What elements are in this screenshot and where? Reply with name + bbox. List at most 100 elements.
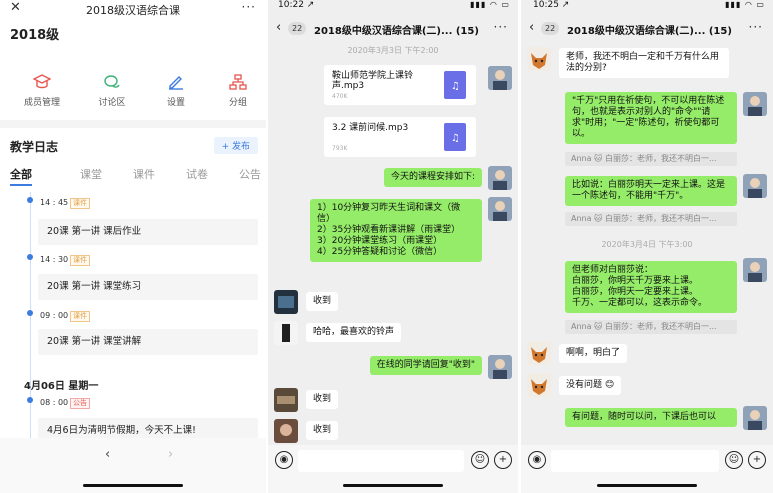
student-avatar[interactable] <box>527 47 551 71</box>
home-indicator <box>597 484 697 487</box>
chat-header: ‹ 22 2018级中级汉语综合课(二)... (15) ··· <box>521 20 773 42</box>
student-avatar[interactable] <box>274 290 298 314</box>
timeline-line <box>30 192 31 442</box>
file-name: 鞍山师范学院上课铃声.mp3 <box>332 71 414 91</box>
unread-count-badge: 22 <box>288 22 307 35</box>
teacher-avatar[interactable] <box>488 197 512 221</box>
member-management-button[interactable]: 成员管理 <box>9 72 75 108</box>
back-arrow-icon[interactable]: ‹ <box>529 20 534 35</box>
back-arrow-icon[interactable]: ‹ <box>276 20 281 35</box>
entry-time: 14 : 45 <box>40 198 69 207</box>
forward-arrow-icon[interactable]: › <box>168 447 173 462</box>
settings-button[interactable]: 设置 <box>143 72 209 108</box>
student-avatar[interactable] <box>527 341 551 365</box>
timeline-dot <box>27 310 33 316</box>
student-avatar[interactable] <box>274 419 298 443</box>
audio-file-message[interactable]: 3.2 课前问候.mp3 793K ♫ <box>324 117 476 157</box>
tab-exam[interactable]: 试卷 <box>186 166 208 182</box>
chat-panel-2: 10:25 ↗ ▮▮▮ ◠ ▭ ‹ 22 2018级中级汉语综合课(二)... … <box>521 0 773 493</box>
message-bubble: 今天的课程安排如下: <box>383 168 482 187</box>
chat-title: 2018级中级汉语综合课(二)... (15) <box>314 26 479 37</box>
message-timestamp: 2020年3月3日 下午2:00 <box>347 46 439 55</box>
add-icon[interactable]: + <box>748 451 766 469</box>
chat-panel-1: 10:22 ↗ ▮▮▮ ◠ ▭ ‹ 22 2018级中级汉语综合课(二)... … <box>268 0 518 493</box>
message-bubble: 比如说：白丽莎明天一定来上课。这是一个陈述句，不能用"千万"。 <box>565 176 737 206</box>
timeline-dot <box>27 397 33 403</box>
log-entry[interactable]: 20课 第一讲 课堂讲解 <box>38 329 258 355</box>
chat-header: ‹ 22 2018级中级汉语综合课(二)... (15) ··· <box>268 20 518 42</box>
tool-label: 讨论区 <box>98 98 126 108</box>
teacher-avatar[interactable] <box>743 406 767 430</box>
tool-label: 成员管理 <box>23 98 60 108</box>
tool-label: 设置 <box>166 98 185 108</box>
music-file-icon: ♫ <box>444 123 466 151</box>
message-bubble: 哈哈，最喜欢的铃声 <box>306 323 402 342</box>
group-tree-icon <box>205 72 266 92</box>
window-title: 2018级汉语综合课 <box>86 4 180 17</box>
log-entry[interactable]: 20课 第一讲 课后作业 <box>38 219 258 245</box>
message-bubble: 1）10分钟复习昨天生词和课文（微信） 2）35分钟观看新课讲解（雨课堂） 3）… <box>310 199 482 262</box>
file-name: 3.2 课前问候.mp3 <box>332 123 409 133</box>
emoji-icon[interactable]: ☺ <box>725 451 743 469</box>
teacher-avatar[interactable] <box>488 355 512 379</box>
message-bubble: 啊啊，明白了 <box>559 344 628 363</box>
publish-button[interactable]: + 发布 <box>213 137 258 154</box>
status-time: 10:22 ↗ <box>278 0 315 10</box>
student-avatar[interactable] <box>274 388 298 412</box>
class-panel: ✕ 2018级汉语综合课 ··· 2018级 成员管理 讨论区 设置 分组 教学… <box>0 0 266 493</box>
panel-separator <box>518 0 520 493</box>
message-timestamp: 2020年3月4日 下午3:00 <box>601 240 693 249</box>
tab-classroom[interactable]: 课堂 <box>80 166 102 182</box>
log-tabs: 全部 课堂 课件 试卷 公告 <box>0 166 266 186</box>
chat-title: 2018级中级汉语综合课(二)... (15) <box>567 26 732 37</box>
file-size: 793K <box>332 145 348 152</box>
chat-bubbles-icon <box>79 72 145 92</box>
teacher-avatar[interactable] <box>488 166 512 190</box>
tab-all[interactable]: 全部 <box>10 166 32 182</box>
discussion-button[interactable]: 讨论区 <box>79 72 145 108</box>
timeline-dot <box>27 254 33 260</box>
status-time: 10:25 ↗ <box>533 0 570 10</box>
graduation-cap-icon <box>9 72 75 92</box>
svg-text:♫: ♫ <box>451 133 460 144</box>
student-avatar[interactable] <box>527 373 551 397</box>
voice-input-icon[interactable]: ◉ <box>275 451 293 469</box>
teacher-avatar[interactable] <box>488 66 512 90</box>
tab-announcement[interactable]: 公告 <box>239 166 261 182</box>
message-input[interactable] <box>551 450 719 472</box>
add-icon[interactable]: + <box>494 451 512 469</box>
entry-time: 08 : 00 <box>40 398 69 407</box>
file-size: 470K <box>332 93 348 100</box>
voice-input-icon[interactable]: ◉ <box>528 451 546 469</box>
student-avatar[interactable] <box>274 321 298 345</box>
quoted-message[interactable]: Anna 🐱 白丽莎：老师，我还不明白一... <box>565 152 737 166</box>
entry-tag: 课件 <box>70 311 90 322</box>
message-bubble: 收到 <box>306 421 339 440</box>
status-icons: ▮▮▮ ◠ ▭ <box>470 0 510 9</box>
unread-count-badge: 22 <box>541 22 560 35</box>
teacher-avatar[interactable] <box>743 174 767 198</box>
more-menu-button[interactable]: ··· <box>242 0 256 14</box>
audio-file-message[interactable]: 鞍山师范学院上课铃声.mp3 470K ♫ <box>324 65 476 105</box>
svg-text:♫: ♫ <box>451 81 460 92</box>
date-heading: 4月06日 星期一 <box>24 381 99 392</box>
teacher-avatar[interactable] <box>743 92 767 116</box>
emoji-icon[interactable]: ☺ <box>471 451 489 469</box>
message-bubble: 在线的同学请回复"收到" <box>369 356 482 375</box>
teacher-avatar[interactable] <box>743 258 767 282</box>
more-menu-button[interactable]: ··· <box>494 20 508 34</box>
teaching-log-title: 教学日志 <box>10 140 59 154</box>
log-entry[interactable]: 20课 第一讲 课堂练习 <box>38 274 258 300</box>
entry-tag: 课件 <box>70 255 90 266</box>
entry-tag: 课件 <box>70 198 90 209</box>
status-icons: ▮▮▮ ◠ ▭ <box>725 0 765 9</box>
tab-courseware[interactable]: 课件 <box>133 166 155 182</box>
quoted-message[interactable]: Anna 🐱 白丽莎：老师，我还不明白一... <box>565 212 737 226</box>
back-arrow-icon[interactable]: ‹ <box>105 447 110 462</box>
grouping-button[interactable]: 分组 <box>205 72 266 108</box>
music-file-icon: ♫ <box>444 71 466 99</box>
section-divider <box>0 120 266 128</box>
message-input[interactable] <box>298 450 464 472</box>
quoted-message[interactable]: Anna 🐱 白丽莎：老师，我还不明白一... <box>565 320 737 334</box>
more-menu-button[interactable]: ··· <box>749 20 763 34</box>
